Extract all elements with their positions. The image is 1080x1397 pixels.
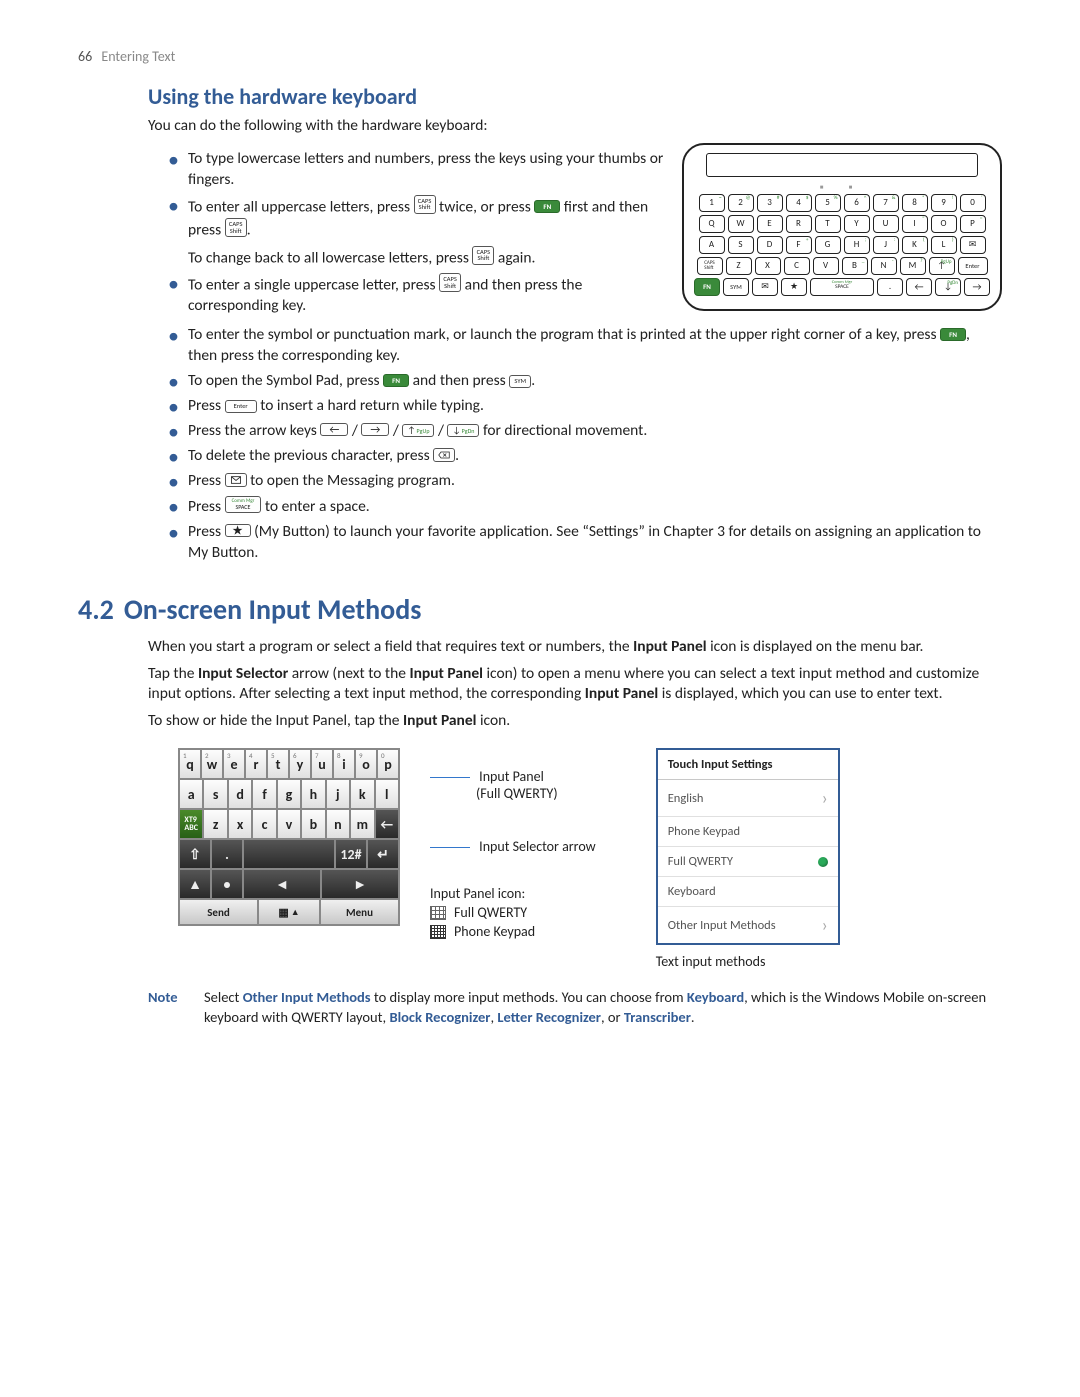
soft-key-menu: Menu bbox=[320, 899, 399, 925]
key-backspace bbox=[433, 448, 455, 463]
bullet-messaging: Press to open the Messaging program. bbox=[188, 471, 1002, 492]
soft-key-send: Send bbox=[179, 899, 258, 925]
hardware-keyboard-diagram: ■ ■ 1~2@3#4$5%6^7&8*9!0' QWERTYUI"OP= AS… bbox=[682, 143, 1002, 311]
soft-keyboard-diagram: 1q2w3e4r5t6y7u8i9o0p asdfghjkl XT9ABCzxc… bbox=[178, 748, 400, 926]
page-title: Entering Text bbox=[101, 48, 175, 65]
section2-p2: Tap the Input Selector arrow (next to th… bbox=[148, 664, 1002, 706]
key-arrow-up-pgup: ↑PgUp bbox=[402, 424, 434, 437]
section-title-onscreen: 4.2On-screen Input Methods bbox=[78, 592, 1002, 627]
bullet-symbol-fn: To enter the symbol or punctuation mark,… bbox=[188, 325, 1002, 367]
bullet-uppercase-single: To enter a single uppercase letter, pres… bbox=[188, 273, 664, 317]
page-header: 66 Entering Text bbox=[78, 48, 1002, 65]
input-methods-menu-column: Touch Input Settings English›Phone Keypa… bbox=[656, 748, 840, 970]
key-fn: FN bbox=[940, 328, 966, 341]
input-methods-menu: Touch Input Settings English›Phone Keypa… bbox=[656, 748, 840, 945]
bullet-list-rest: To enter the symbol or punctuation mark,… bbox=[148, 325, 1002, 563]
key-arrow-left: ← bbox=[320, 423, 348, 436]
soft-input-panel-icon: ▦▲ bbox=[258, 899, 320, 925]
section2-p1: When you start a program or select a fie… bbox=[148, 637, 1002, 658]
lead-line bbox=[430, 847, 470, 848]
onscreen-figure: 1q2w3e4r5t6y7u8i9o0p asdfghjkl XT9ABCzxc… bbox=[178, 748, 1002, 970]
bullet-my-button: Press ★ (My Button) to launch your favor… bbox=[188, 522, 1002, 564]
note-text: Select Other Input Methods to display mo… bbox=[204, 988, 1002, 1027]
key-my-button-star: ★ bbox=[225, 524, 251, 537]
key-messaging bbox=[225, 473, 247, 488]
bullet-delete: To delete the previous character, press … bbox=[188, 446, 1002, 467]
note-block: Note Select Other Input Methods to displ… bbox=[148, 988, 1002, 1027]
key-fn: FN bbox=[534, 200, 560, 213]
note-label: Note bbox=[148, 988, 190, 1027]
key-sym: SYM bbox=[509, 375, 531, 388]
key-caps-shift: CAPS Shift bbox=[414, 195, 436, 214]
key-arrow-down-pgdn: ↓PgDn bbox=[447, 424, 479, 437]
menu-item: Phone Keypad bbox=[658, 817, 838, 847]
phone-keypad-icon bbox=[430, 925, 446, 939]
soft-key-right: ► bbox=[321, 869, 399, 899]
lead-line bbox=[430, 777, 470, 778]
menu-item: English› bbox=[658, 780, 838, 817]
menu-item: Other Input Methods› bbox=[658, 907, 838, 943]
section-title-hardware-keyboard: Using the hardware keyboard bbox=[148, 83, 1002, 110]
menu-item: Keyboard bbox=[658, 877, 838, 907]
page-number: 66 bbox=[78, 48, 92, 65]
section2-p3: To show or hide the Input Panel, tap the… bbox=[148, 711, 1002, 732]
menu-caption: Text input methods bbox=[656, 953, 840, 970]
key-space: Comm MgrSPACE bbox=[225, 496, 262, 513]
bullet-space: Press Comm MgrSPACE to enter a space. bbox=[188, 496, 1002, 518]
key-fn: FN bbox=[383, 374, 409, 387]
menu-item: Full QWERTY bbox=[658, 847, 838, 877]
menu-header: Touch Input Settings bbox=[658, 750, 838, 780]
soft-key-shift: ▲ bbox=[179, 869, 211, 899]
soft-key-punct: • bbox=[211, 869, 243, 899]
bullet-enter: Press Enter to insert a hard return whil… bbox=[188, 396, 1002, 417]
bullet-symbol-pad: To open the Symbol Pad, press FN and the… bbox=[188, 371, 1002, 392]
key-caps-shift: CAPS Shift bbox=[225, 218, 247, 237]
figure-callouts-left: Input Panel (Full QWERTY) Input Selector… bbox=[430, 768, 596, 950]
full-qwerty-icon bbox=[430, 906, 446, 920]
key-enter: Enter bbox=[225, 400, 257, 413]
bullet-arrows: Press the arrow keys ← / → / ↑PgUp / ↓Pg… bbox=[188, 421, 1002, 442]
bullet-list-top: To type lowercase letters and numbers, p… bbox=[148, 145, 664, 321]
key-caps-shift: CAPS Shift bbox=[439, 273, 461, 292]
bullet-lowercase: To type lowercase letters and numbers, p… bbox=[188, 149, 664, 191]
key-arrow-right: → bbox=[361, 423, 389, 436]
section1-intro: You can do the following with the hardwa… bbox=[148, 116, 1002, 137]
soft-key-left: ◄ bbox=[243, 869, 321, 899]
bullet-uppercase-all: To enter all uppercase letters, press CA… bbox=[188, 195, 664, 269]
key-caps-shift: CAPS Shift bbox=[472, 246, 494, 265]
